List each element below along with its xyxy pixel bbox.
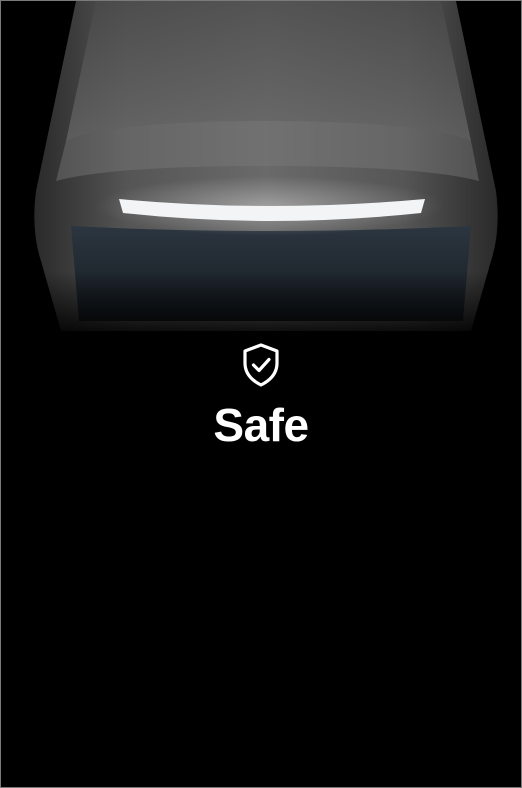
status-section: Safe (1, 341, 521, 453)
status-label: Safe (213, 399, 309, 451)
shield-check-icon (243, 343, 279, 387)
device-top-panel (66, 1, 471, 141)
device-illustration (1, 1, 521, 341)
app-screen: Safe (0, 0, 522, 788)
